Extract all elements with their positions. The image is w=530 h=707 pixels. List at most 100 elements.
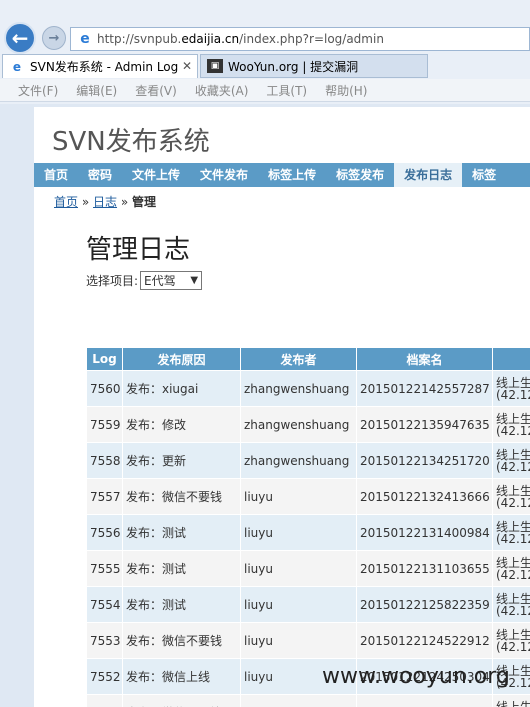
cell-log-id: 7554	[86, 586, 123, 623]
table-row[interactable]: 7560 发布：xiugai zhangwenshuang 2015012214255…	[86, 370, 530, 407]
server-name: 线上生	[496, 519, 530, 534]
ie-page-icon: e	[80, 31, 90, 47]
column-header-reason[interactable]: 发布原因	[122, 347, 241, 371]
arrow-left-icon: ←	[11, 26, 29, 50]
cell-server: 线上生(42.12	[492, 406, 530, 443]
server-ip: (42.12	[496, 387, 530, 402]
column-header-log[interactable]: Log	[86, 347, 123, 371]
project-selector-row: 选择项目: E代驾 ▼	[86, 271, 203, 290]
cell-filename: 20150122125822359	[356, 586, 493, 623]
cell-server: 线上生(42.12	[492, 550, 530, 587]
cell-reason: 发布：测试	[122, 550, 241, 587]
tab-strip: e SVN发布系统 - Admin Log ✕ ▣ WooYun.org | 提…	[0, 54, 530, 78]
cell-server: 线上生(42.12	[492, 478, 530, 515]
url-path: /index.php?r=log/admin	[239, 32, 384, 46]
breadcrumb-home-link[interactable]: 首页	[54, 195, 78, 209]
cell-filename: 20150122134251720	[356, 442, 493, 479]
cell-reason: 发布：测试	[122, 514, 241, 551]
breadcrumb-log-link[interactable]: 日志	[93, 195, 117, 209]
nav-item-tags[interactable]: 标签	[462, 163, 506, 187]
server-name: 线上生	[496, 447, 530, 462]
cell-filename: 20150122132413666	[356, 478, 493, 515]
main-nav: 首页 密码 文件上传 文件发布 标签上传 标签发布 发布日志 标签	[34, 163, 530, 187]
table-row[interactable]: 7553 发布：微信不要钱 liuyu 20150122124522912 线上生 (42…	[86, 622, 530, 659]
cell-log-id: 7557	[86, 478, 123, 515]
browser-chrome: ← → e http://svnpub. edaijia.cn/index.php…	[0, 0, 530, 104]
column-header-server[interactable]	[492, 347, 530, 371]
nav-item-file-publish[interactable]: 文件发布	[190, 163, 258, 187]
cell-filename: 20150122131103655	[356, 550, 493, 587]
cell-reason: 发布：xiugai	[122, 370, 241, 407]
nav-item-password[interactable]: 密码	[78, 163, 122, 187]
url-host: edaijia.cn	[181, 32, 240, 46]
cell-publisher: zhangwenshuang	[240, 370, 357, 407]
menu-favorites[interactable]: 收藏夹(A)	[195, 82, 249, 99]
server-ip: (42.12	[496, 459, 530, 474]
cell-filename: 20150122135947635	[356, 406, 493, 443]
project-label: 选择项目:	[86, 274, 139, 288]
cell-publisher: liuyu	[240, 586, 357, 623]
server-name: 线上生	[496, 627, 530, 642]
nav-item-publish-log[interactable]: 发布日志	[394, 163, 463, 187]
nav-item-home[interactable]: 首页	[34, 163, 78, 187]
nav-item-tag-upload[interactable]: 标签上传	[258, 163, 326, 187]
cell-log-id: 7558	[86, 442, 123, 479]
server-name: 线上生	[496, 411, 530, 426]
cell-log-id: 7560	[86, 370, 123, 407]
nav-item-file-upload[interactable]: 文件上传	[122, 163, 190, 187]
breadcrumb: 首页 » 日志 » 管理	[54, 193, 156, 210]
nav-item-tag-publish[interactable]: 标签发布	[326, 163, 394, 187]
cell-server: 线上生(42.12	[492, 694, 530, 707]
server-name: 线上生	[496, 375, 530, 390]
menu-edit[interactable]: 编辑(E)	[76, 82, 117, 99]
column-header-filename[interactable]: 档案名	[356, 347, 493, 371]
table-row[interactable]: 7555发布：测试liuyu20150122131103655线上生(42.12	[86, 550, 530, 587]
address-bar[interactable]: e http://svnpub. edaijia.cn/index.php?r=l…	[70, 27, 530, 51]
cell-reason: 发布：微信不要钱	[122, 694, 241, 707]
site-title: SVN发布系统	[52, 127, 210, 157]
cell-server: 线上生(42.12	[492, 622, 530, 659]
table-row[interactable]: 7557 发布：微信不要钱 liuyu 20150122132413666 线上生 (42…	[86, 478, 530, 515]
menu-tools[interactable]: 工具(T)	[266, 82, 307, 99]
server-ip: (42.12	[496, 495, 530, 510]
forward-button[interactable]: →	[42, 26, 66, 50]
cell-reason: 发布：测试	[122, 586, 241, 623]
tab-wooyun[interactable]: ▣ WooYun.org | 提交漏洞	[200, 54, 428, 78]
cell-reason: 发布：微信不要钱	[122, 622, 241, 659]
table-row[interactable]: 7559 发布：修改 zhangwenshuang 20150122135947635…	[86, 406, 530, 443]
table-row[interactable]: 7556发布：测试liuyu20150122131400984线上生(42.12	[86, 514, 530, 551]
breadcrumb-current: 管理	[132, 195, 157, 209]
chevron-down-icon: ▼	[190, 275, 199, 286]
menu-help[interactable]: 帮助(H)	[325, 82, 367, 99]
server-name: 线上生	[496, 555, 530, 570]
column-header-publisher[interactable]: 发布者	[240, 347, 357, 371]
table-row[interactable]: 7558 发布：更新 zhangwenshuang 20150122134251720…	[86, 442, 530, 479]
cell-log-id: 7555	[86, 550, 123, 587]
page-content: SVN发布系统 首页 密码 文件上传 文件发布 标签上传 标签发布 发布日志 标…	[34, 107, 530, 707]
cell-publisher: liuyu	[240, 478, 357, 515]
cell-publisher: liuyu	[240, 550, 357, 587]
cell-reason: 发布：更新	[122, 442, 241, 479]
tab-label: WooYun.org | 提交漏洞	[228, 59, 359, 74]
back-button[interactable]: ←	[4, 22, 36, 54]
cell-log-id: 7556	[86, 514, 123, 551]
project-select-value: E代驾	[144, 274, 176, 288]
tab-admin-log[interactable]: e SVN发布系统 - Admin Log ✕	[2, 54, 198, 78]
cell-server: 线上生(42.12	[492, 442, 530, 479]
cell-filename: 20150122123837411	[356, 694, 493, 707]
menu-file[interactable]: 文件(F)	[18, 82, 58, 99]
close-icon[interactable]: ✕	[182, 59, 192, 73]
page-title: 管理日志	[86, 235, 191, 265]
cell-log-id: 7551	[86, 694, 123, 707]
cell-filename: 20150122142557287	[356, 370, 493, 407]
cell-publisher: zhangwenshuang	[240, 406, 357, 443]
cell-server: 线上生(42.12	[492, 514, 530, 551]
cell-reason: 发布：微信不要钱	[122, 478, 241, 515]
cell-filename: 20150122124522912	[356, 622, 493, 659]
breadcrumb-separator: »	[120, 195, 129, 209]
table-row[interactable]: 7554发布：测试liuyu20150122125822359线上生(42.12	[86, 586, 530, 623]
log-table: Log 发布原因 发布者 档案名 7560 发布：xiugai zhangwensh…	[86, 347, 530, 707]
project-select[interactable]: E代驾 ▼	[140, 271, 203, 290]
menu-view[interactable]: 查看(V)	[135, 82, 177, 99]
table-row[interactable]: 7551发布：微信不要钱liuyu20150122123837411线上生(42…	[86, 694, 530, 707]
